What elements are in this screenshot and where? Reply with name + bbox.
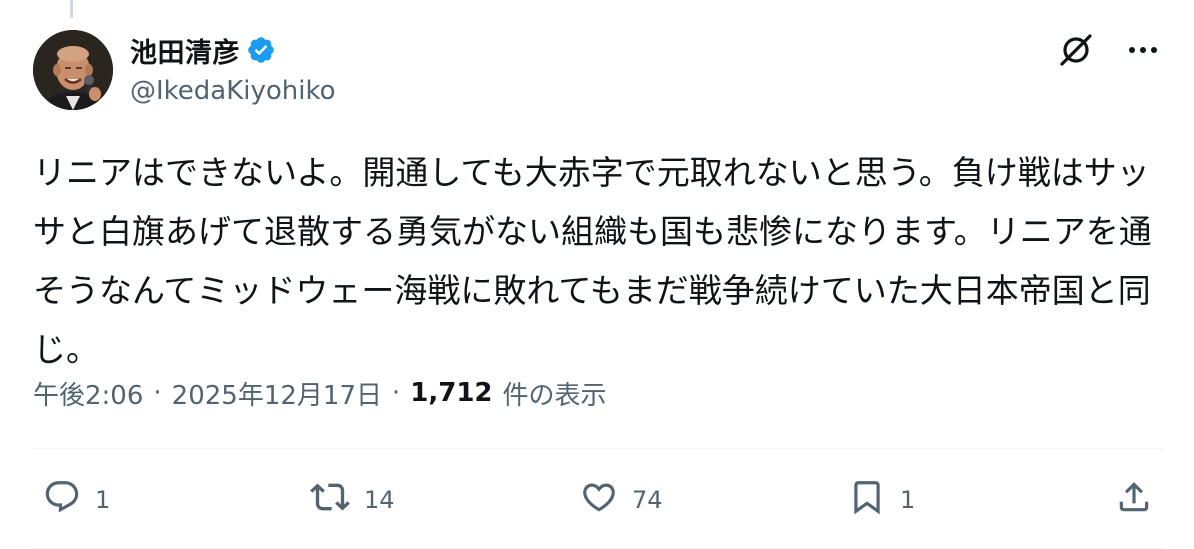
share-icon (1115, 478, 1153, 522)
divider (33, 448, 1164, 449)
more-icon[interactable] (1128, 45, 1158, 55)
views-count[interactable]: 1,712 (410, 378, 492, 408)
retweet-count: 14 (364, 486, 395, 514)
meta-separator: · (153, 378, 162, 408)
bookmark-count: 1 (900, 486, 916, 514)
reply-icon (43, 478, 81, 522)
reply-count: 1 (95, 486, 111, 514)
like-icon (580, 478, 618, 522)
tweet-date[interactable]: 2025年12月17日 (172, 375, 382, 412)
author-handle[interactable]: @IkedaKiyohiko (130, 76, 336, 106)
retweet-button[interactable]: 14 (310, 470, 395, 530)
avatar-photo (33, 30, 113, 110)
grok-icon[interactable] (1058, 32, 1094, 68)
author-display-name[interactable]: 池田清彦 (130, 31, 240, 70)
retweet-icon (310, 477, 350, 523)
bookmark-icon (848, 478, 886, 522)
tweet-text: リニアはできないよ。開通しても大赤字で元取れないと思う。負け戦はサッサと白旗あげ… (33, 153, 1152, 369)
like-button[interactable]: 74 (580, 470, 663, 530)
verified-badge-icon[interactable] (246, 35, 276, 65)
thread-connector-line (70, 0, 73, 18)
share-button[interactable] (1115, 470, 1153, 530)
views-label[interactable]: 件の表示 (503, 375, 607, 412)
avatar[interactable] (33, 30, 113, 110)
meta-separator: · (392, 378, 401, 408)
tweet-time[interactable]: 午後2:06 (33, 375, 143, 412)
tweet-meta: 午後2:06 · 2025年12月17日 · 1,712 件の表示 (33, 373, 607, 413)
reply-button[interactable]: 1 (43, 470, 110, 530)
like-count: 74 (632, 486, 663, 514)
bookmark-button[interactable]: 1 (848, 470, 915, 530)
action-bar: 1 14 74 1 (33, 470, 1163, 530)
